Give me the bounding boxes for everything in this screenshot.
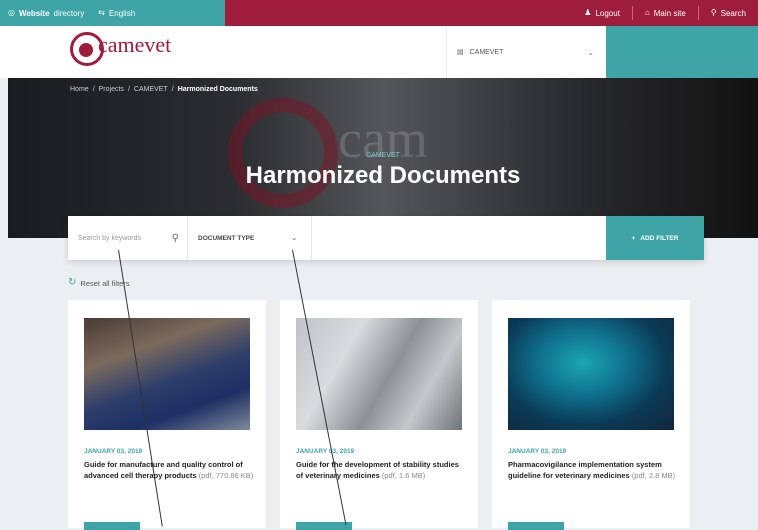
plus-icon: + [631, 234, 636, 242]
hero-kicker: CAMEVET [366, 152, 400, 159]
card-image [84, 318, 250, 430]
breadcrumb-home[interactable]: Home [70, 86, 89, 93]
card-download-button[interactable] [296, 522, 352, 530]
chevron-down-icon: ⌄ [291, 235, 297, 242]
main-site-link[interactable]: ⌂ Main site [631, 6, 698, 20]
hero-background-word: cam [338, 109, 428, 169]
user-icon: ♟ [584, 8, 592, 17]
card-title[interactable]: Guide for the development of stability s… [296, 460, 466, 481]
card-file-meta: (pdf, 2.8 MB) [631, 470, 676, 480]
document-card[interactable]: JANUARY 03, 2019 Guide for manufacture a… [68, 300, 266, 530]
card-date: JANUARY 03, 2019 [508, 448, 567, 455]
globe-icon: ◎ [8, 8, 15, 17]
breadcrumb: Home / Projects / CAMEVET / Harmonized D… [70, 86, 258, 93]
page-title: Harmonized Documents [245, 162, 521, 189]
reset-icon: ↻ [68, 277, 77, 288]
website-link[interactable]: ◎ Website directory [8, 9, 84, 18]
card-file-meta: (pdf, 770.86 KB) [198, 470, 254, 480]
logout-link[interactable]: ♟ Logout [572, 6, 632, 20]
camevet-logo[interactable]: camevet [70, 32, 171, 66]
top-bar: ◎ Website directory ⇆ English ♟ Logout ⌂… [0, 0, 758, 26]
filter-bar: Search by keywords ⚲ DOCUMENT TYPE ⌄ + A… [68, 216, 704, 260]
add-filter-button[interactable]: + ADD FILTER [606, 216, 704, 260]
chevron-down-icon: ⌄ [587, 47, 594, 57]
home-icon: ⌂ [644, 8, 650, 17]
card-file-meta: (pdf, 1.6 MB) [381, 470, 426, 480]
breadcrumb-current: Harmonized Documents [177, 86, 258, 93]
card-title[interactable]: Guide for manufacture and quality contro… [84, 460, 254, 481]
search-icon[interactable]: ⚲ [172, 233, 179, 244]
header-teal-panel [606, 26, 758, 78]
card-download-button[interactable] [508, 522, 564, 530]
card-date: JANUARY 03, 2019 [296, 448, 355, 455]
logo-globe-icon [70, 32, 104, 66]
card-image [508, 318, 674, 430]
reset-filters-link[interactable]: ↻ Reset all filters [68, 278, 130, 288]
top-bar-right: ♟ Logout ⌂ Main site ⚲ Search [572, 0, 758, 26]
card-download-button[interactable] [84, 522, 140, 530]
language-switcher[interactable]: ⇆ English [98, 9, 135, 18]
card-image [296, 318, 462, 430]
card-title[interactable]: Pharmacovigilance implementation system … [508, 460, 678, 481]
card-date: JANUARY 03, 2019 [84, 448, 143, 455]
document-icon: ▤ [457, 49, 464, 56]
search-icon: ⚲ [710, 8, 717, 17]
search-link[interactable]: ⚲ Search [697, 6, 758, 20]
breadcrumb-camevet[interactable]: CAMEVET [134, 86, 168, 93]
project-select[interactable]: ▤ CAMEVET ⌄ [446, 26, 606, 78]
document-card[interactable]: JANUARY 03, 2019 Pharmacovigilance imple… [492, 300, 690, 530]
hero-banner: cam Home / Projects / CAMEVET / Harmoniz… [8, 78, 758, 238]
top-bar-left: ◎ Website directory ⇆ English [0, 0, 225, 26]
document-card[interactable]: JANUARY 03, 2019 Guide for the developme… [280, 300, 478, 530]
breadcrumb-projects[interactable]: Projects [99, 86, 124, 93]
site-header: camevet ▤ CAMEVET ⌄ [0, 26, 758, 78]
search-input[interactable]: Search by keywords ⚲ [68, 216, 188, 260]
language-icon: ⇆ [98, 8, 105, 17]
